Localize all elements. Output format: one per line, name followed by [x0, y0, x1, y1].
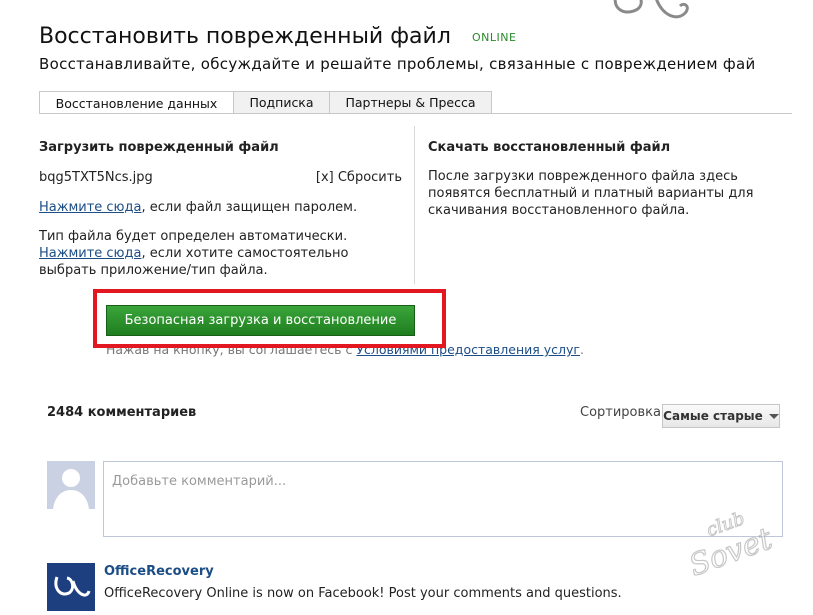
page-subtitle: Восстанавливайте, обсуждайте и решайте п…	[39, 55, 756, 73]
comments-count: 2484 комментариев	[47, 405, 197, 420]
tab-underline	[39, 113, 792, 114]
online-badge: ONLINE	[472, 31, 517, 44]
password-hint: Нажмите сюда, если файл защищен паролем.	[39, 199, 357, 216]
post-text: OfficeRecovery Online is now on Facebook…	[104, 586, 622, 601]
download-heading: Скачать восстановленный файл	[428, 140, 671, 155]
logo-swirl-icon	[613, 0, 689, 19]
password-link[interactable]: Нажмите сюда	[39, 200, 141, 215]
highlight-frame	[93, 289, 446, 348]
download-text: После загрузки поврежденного файла здесь…	[428, 169, 754, 218]
filetype-hint: Тип файла будет определен автоматически.…	[39, 228, 359, 279]
tab-data-recovery[interactable]: Восстановление данных	[39, 91, 234, 114]
choose-type-link[interactable]: Нажмите сюда	[39, 246, 141, 261]
sort-value: Самые старые	[663, 409, 763, 423]
upload-panel: Загрузить поврежденный файл bqg5TXT5Ncs.…	[39, 140, 409, 278]
post-author-link[interactable]: OfficeRecovery	[104, 564, 214, 579]
file-name: bqg5TXT5Ncs.jpg	[39, 170, 153, 185]
avatar-silhouette-icon	[47, 461, 95, 509]
reset-button[interactable]: [x] Сбросить	[316, 170, 402, 185]
password-text: , если файл защищен паролем.	[141, 200, 358, 215]
caret-down-icon	[768, 413, 779, 419]
tab-bar: Восстановление данных Подписка Партнеры …	[39, 91, 492, 114]
sort-label: Сортировка	[580, 405, 661, 420]
page-title: Восстановить поврежденный файл	[39, 24, 451, 49]
panel-divider	[414, 126, 415, 284]
terms-end: .	[579, 342, 584, 357]
upload-heading: Загрузить поврежденный файл	[39, 140, 279, 155]
officerecovery-logo-icon[interactable]	[47, 563, 95, 611]
download-panel: Скачать восстановленный файл После загру…	[428, 140, 768, 218]
tab-partners-press[interactable]: Партнеры & Пресса	[329, 91, 492, 113]
sort-dropdown[interactable]: Самые старые	[662, 404, 780, 428]
auto-detect-text: Тип файла будет определен автоматически.	[39, 229, 348, 244]
tab-subscription[interactable]: Подписка	[233, 91, 330, 113]
watermark-logo: club Sovet	[684, 508, 778, 585]
